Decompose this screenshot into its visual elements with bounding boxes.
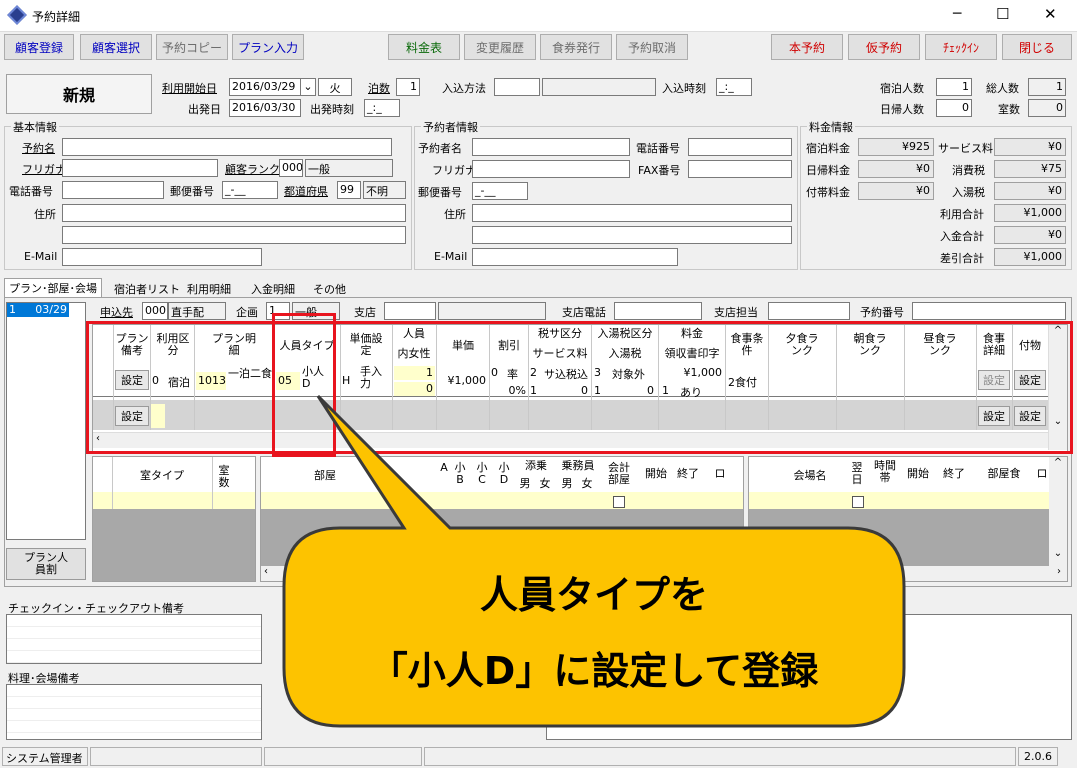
status-version: 2.0.6	[1018, 747, 1058, 766]
callout-line-1: 人員タイプを	[479, 573, 708, 617]
status-cell-4	[424, 747, 1016, 766]
status-cell-2	[90, 747, 262, 766]
callout-line-2: 「小人D」に設定して登録	[369, 649, 819, 693]
status-cell-3	[264, 747, 422, 766]
status-user: システム管理者	[2, 747, 88, 766]
